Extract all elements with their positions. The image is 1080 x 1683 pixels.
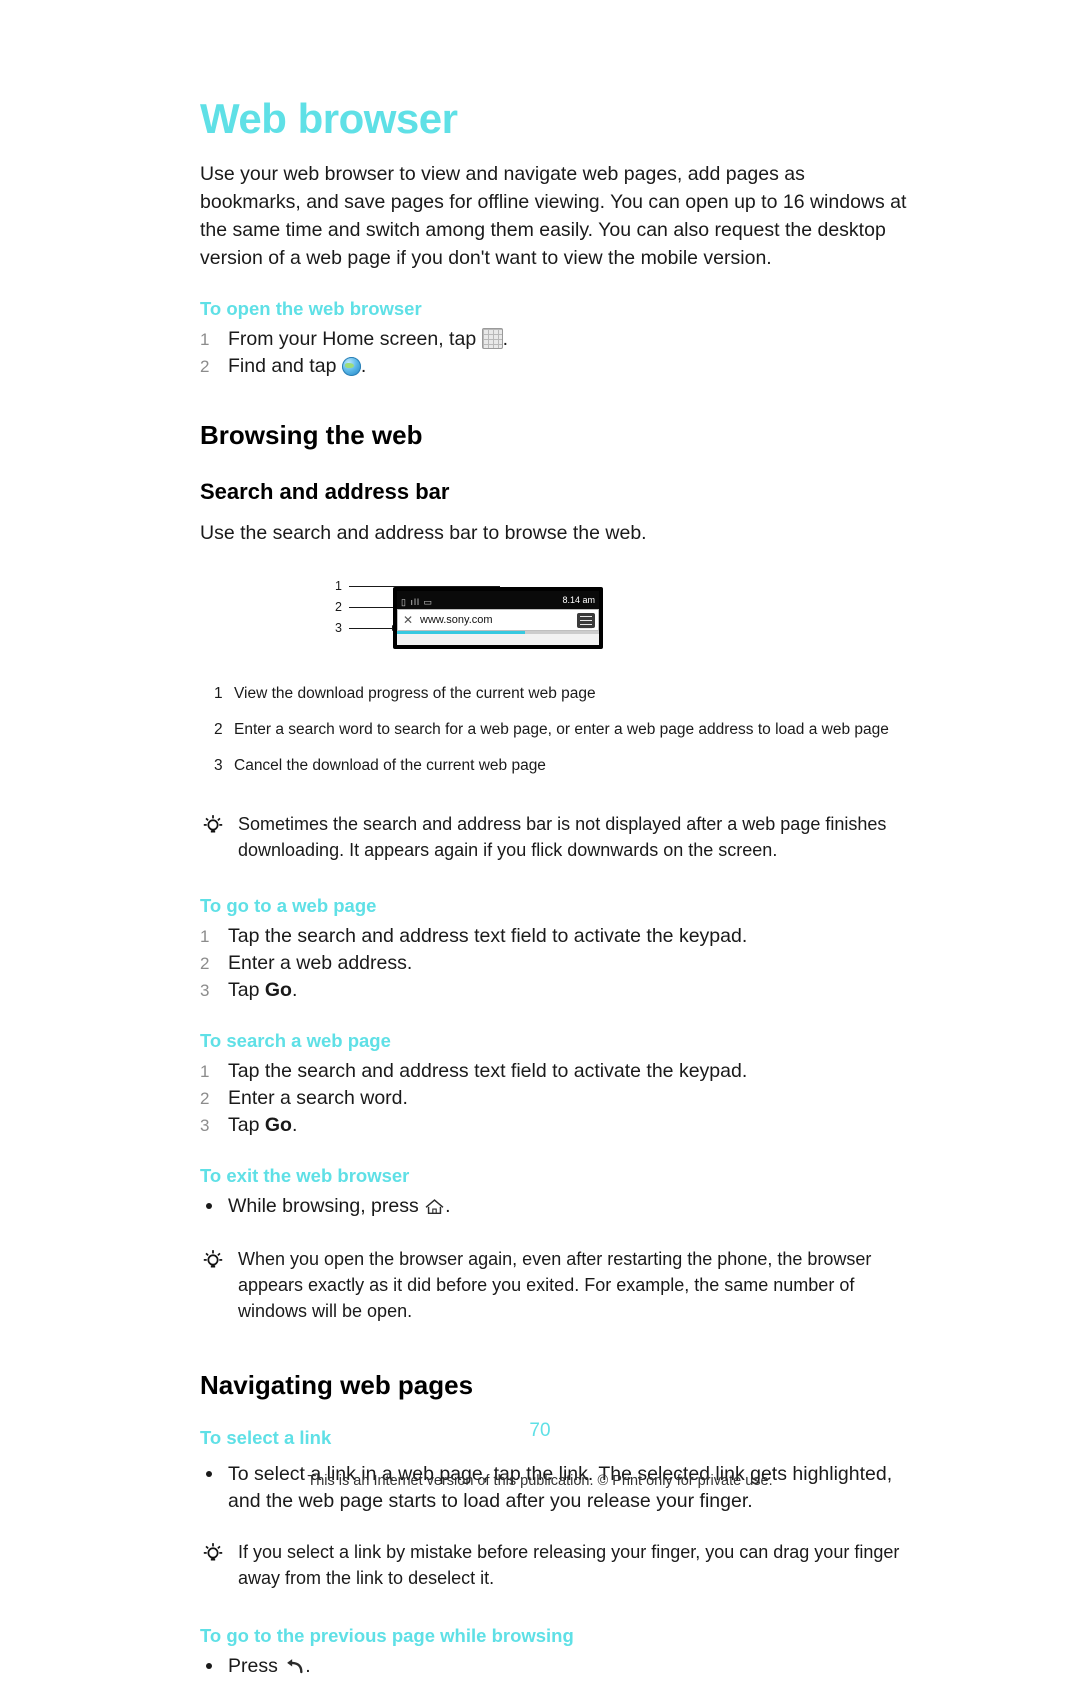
step-number: 1 [200, 330, 210, 349]
step-text: Find and tap [228, 355, 337, 377]
bullet-text: Press [228, 1655, 278, 1677]
step-item: 2 Enter a search word. [200, 1085, 910, 1112]
procedure-heading-exit-browser: To exit the web browser [200, 1165, 410, 1186]
page-number: 70 [529, 1420, 551, 1441]
figure-caption: 2 Enter a search word to search for a we… [200, 719, 910, 741]
figure-caption: 1 View the download progress of the curr… [200, 683, 910, 705]
leader-line-3 [349, 628, 393, 629]
apps-grid-icon [481, 328, 503, 349]
tip-text: If you select a link by mistake before r… [238, 1542, 900, 1588]
step-item: 2 Find and tap . [200, 353, 910, 380]
tip-text: Sometimes the search and address bar is … [238, 814, 887, 860]
step-bold-term: Go [264, 979, 292, 1001]
steps-open-browser: 1 From your Home screen, tap . 2 Find an… [200, 326, 910, 380]
procedure-heading-open-browser: To open the web browser [200, 298, 422, 319]
figure-caption-text: Enter a search word to search for a web … [234, 721, 889, 738]
step-text: Enter a search word. [228, 1087, 408, 1109]
home-key-icon [424, 1196, 445, 1215]
step-item: 2 Enter a web address. [200, 950, 910, 977]
callout-number-1: 1 [335, 579, 342, 593]
section-heading-browsing-the-web: Browsing the web [200, 420, 423, 450]
step-item: 3 Tap Go. [200, 1112, 910, 1139]
step-number: 2 [200, 954, 210, 973]
tip-text: When you open the browser again, even af… [238, 1249, 872, 1321]
page-title: Web browser [200, 95, 458, 142]
step-text: Tap the search and address text field to… [228, 925, 748, 947]
callout-number-3: 3 [335, 621, 342, 635]
tip-box: If you select a link by mistake before r… [200, 1539, 910, 1591]
bullet-text-after: . [445, 1195, 451, 1217]
bullets-exit-browser: While browsing, press . [200, 1193, 910, 1220]
close-x-icon[interactable]: ✕ [403, 613, 413, 627]
figure-caption-number: 1 [214, 685, 223, 702]
step-text: From your Home screen, tap [228, 328, 477, 350]
bullet-item: Press . [200, 1653, 910, 1680]
step-text: Tap the search and address text field to… [228, 1060, 748, 1082]
step-text: Tap [228, 979, 265, 1001]
search-and-address-bar[interactable]: ✕ www.sony.com [397, 609, 599, 631]
leader-line-2 [349, 607, 397, 608]
status-clock: 8.14 am [562, 595, 595, 605]
bullet-dot [206, 1203, 212, 1209]
lightbulb-icon [203, 1543, 223, 1561]
lightbulb-icon [203, 815, 223, 833]
menu-bookmarks-icon[interactable] [577, 613, 595, 629]
figure-search-address-bar: 1 2 3 ▯ ıll ▭ 8.14 am ✕ www.sony.com [335, 569, 775, 669]
bullet-item: While browsing, press . [200, 1193, 910, 1220]
bullets-previous-page: Press . [200, 1653, 910, 1680]
step-text-after: . [291, 1114, 298, 1136]
step-number: 2 [200, 357, 210, 376]
step-text: Enter a web address. [228, 952, 413, 974]
step-number: 2 [200, 1089, 210, 1108]
step-bold-term: Go [264, 1114, 292, 1136]
steps-go-to-web-page: 1 Tap the search and address text field … [200, 923, 910, 1004]
lightbulb-icon [203, 1250, 223, 1268]
bullet-text: While browsing, press [228, 1195, 419, 1217]
figure-caption-text: View the download progress of the curren… [234, 685, 596, 702]
step-item: 1 Tap the search and address text field … [200, 923, 910, 950]
tip-box: Sometimes the search and address bar is … [200, 811, 910, 863]
procedure-heading-go-to-web-page: To go to a web page [200, 895, 377, 916]
search-address-bar-body: Use the search and address bar to browse… [200, 522, 647, 544]
figure-captions: 1 View the download progress of the curr… [200, 683, 910, 777]
step-text-after: . [360, 355, 367, 377]
document-page: Web browser Use your web browser to view… [0, 0, 1080, 1677]
steps-search-web-page: 1 Tap the search and address text field … [200, 1058, 910, 1139]
section-heading-navigating-web-pages: Navigating web pages [200, 1370, 474, 1400]
step-number: 1 [200, 1062, 210, 1081]
procedure-heading-search-web-page: To search a web page [200, 1030, 391, 1051]
figure-caption-text: Cancel the download of the current web p… [234, 757, 546, 774]
page-content: Use your web browser to view and navigat… [200, 160, 910, 1680]
bullet-dot [206, 1663, 212, 1669]
figure-caption-number: 2 [214, 721, 223, 738]
phone-status-bar: ▯ ıll ▭ 8.14 am [397, 591, 599, 609]
step-item: 1 Tap the search and address text field … [200, 1058, 910, 1085]
back-key-icon [283, 1656, 305, 1674]
tip-box: When you open the browser again, even af… [200, 1246, 910, 1324]
subsection-heading-search-and-address-bar: Search and address bar [200, 479, 450, 504]
step-number: 3 [200, 1116, 210, 1135]
browser-globe-icon [341, 357, 361, 376]
step-number: 1 [200, 927, 210, 946]
figure-caption-number: 3 [214, 757, 223, 774]
figure-caption: 3 Cancel the download of the current web… [200, 755, 910, 777]
step-item: 1 From your Home screen, tap . [200, 326, 910, 353]
intro-paragraph: Use your web browser to view and navigat… [200, 163, 907, 269]
page-footer: This is an Internet version of this publ… [307, 1473, 773, 1489]
procedure-heading-previous-page: To go to the previous page while browsin… [200, 1625, 574, 1646]
step-text-after: . [291, 979, 298, 1001]
step-item: 3 Tap Go. [200, 977, 910, 1004]
url-value: www.sony.com [420, 614, 493, 626]
step-number: 3 [200, 981, 210, 1000]
download-progress-fill [397, 631, 525, 634]
callout-number-2: 2 [335, 600, 342, 614]
bullet-text-after: . [305, 1655, 311, 1677]
step-text: Tap [228, 1114, 265, 1136]
step-text-after: . [502, 328, 509, 350]
